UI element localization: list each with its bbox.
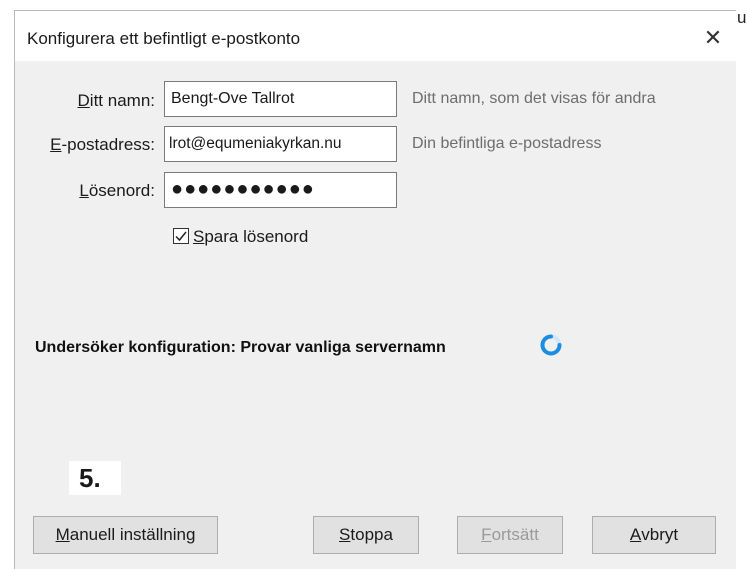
- close-icon: ✕: [703, 25, 723, 50]
- name-hint: Ditt namn, som det visas för andra: [412, 90, 656, 107]
- account-setup-dialog: Konfigurera ett befintligt e-postkonto ✕…: [14, 10, 736, 569]
- background-window-edge: [740, 0, 747, 569]
- dialog-titlebar: Konfigurera ett befintligt e-postkonto ✕: [15, 11, 736, 61]
- step-marker: 5.: [69, 461, 121, 495]
- continue-button[interactable]: Fortsätt: [457, 516, 563, 554]
- email-hint: Din befintliga e-postadress: [412, 135, 602, 152]
- manual-setup-button[interactable]: Manuell inställning: [33, 516, 218, 554]
- cancel-button[interactable]: Avbryt: [592, 516, 716, 554]
- stop-button[interactable]: Stoppa: [313, 516, 419, 554]
- status-message: Undersöker konfiguration: Provar vanliga…: [35, 339, 446, 356]
- email-input[interactable]: lrot@equmeniakyrkan.nu: [164, 126, 397, 162]
- dialog-title: Konfigurera ett befintligt e-postkonto: [27, 29, 301, 48]
- close-button[interactable]: ✕: [696, 21, 730, 55]
- email-label: E-postadress:: [50, 135, 155, 154]
- name-label: Ditt namn:: [77, 91, 155, 110]
- remember-password-checkbox[interactable]: [173, 228, 189, 244]
- checkmark-icon: [175, 231, 187, 242]
- background-window-text: u: [737, 8, 747, 27]
- loading-spinner-icon: [540, 334, 562, 356]
- remember-password-label[interactable]: Spara lösenord: [193, 227, 308, 247]
- password-label: Lösenord:: [79, 181, 155, 200]
- name-input[interactable]: Bengt-Ove Tallrot: [164, 81, 397, 117]
- password-input[interactable]: ●●●●●●●●●●●: [164, 172, 397, 208]
